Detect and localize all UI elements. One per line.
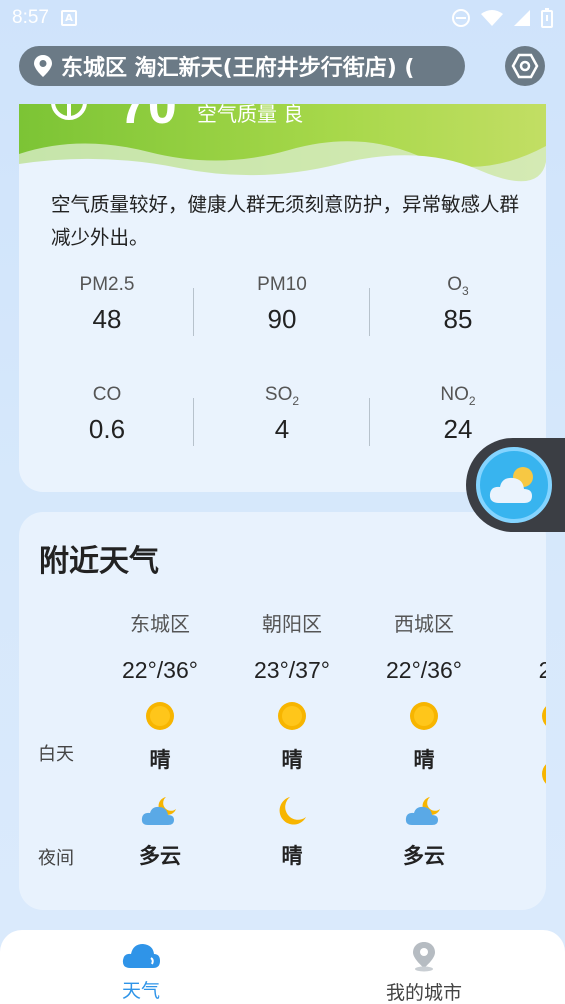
status-bar: 8:57 A xyxy=(0,0,565,36)
sun-icon xyxy=(278,702,306,730)
signal-icon xyxy=(514,10,530,26)
city-night-text: 晴 xyxy=(281,844,303,868)
notification-a-icon: A xyxy=(60,10,77,26)
city-temp: 22°/36° xyxy=(122,657,198,683)
pollutant-name: O xyxy=(447,274,463,295)
city-name: 海 xyxy=(490,608,546,637)
floating-weather-circle xyxy=(476,447,552,523)
pollutant-name: PM2.5 xyxy=(79,274,135,295)
city-day-text: 晴 xyxy=(149,748,171,772)
nearby-city[interactable]: 东城区 22°/36° 晴 多云 xyxy=(94,608,226,870)
city-temp: 22°/36° xyxy=(386,657,462,683)
settings-hex-icon xyxy=(511,53,539,79)
sun-icon xyxy=(542,764,546,784)
status-icons xyxy=(451,8,553,28)
city-name: 西城区 xyxy=(394,612,454,636)
city-day-text: 晴 xyxy=(413,748,435,772)
pollutant-name: PM10 xyxy=(257,274,307,295)
pollutant-sub: 2 xyxy=(468,393,476,408)
city-temp: 22° xyxy=(538,657,546,683)
nearby-city[interactable]: 海 22° xyxy=(490,608,546,802)
location-selector[interactable]: 东城区 淘汇新天(王府井步行街店) ( xyxy=(19,46,465,86)
nearby-city[interactable]: 朝阳区 23°/37° 晴 晴 xyxy=(226,608,358,870)
city-name: 朝阳区 xyxy=(262,612,322,636)
aqi-description: 空气质量较好，健康人群无须刻意防护，异常敏感人群减少外出。 xyxy=(51,193,520,249)
nav-label-weather: 天气 xyxy=(121,980,160,1002)
battery-icon xyxy=(541,8,553,28)
pollutant-name: SO xyxy=(264,384,293,405)
city-temp: 23°/37° xyxy=(254,657,330,683)
bottom-nav: 天气 我的城市 xyxy=(0,930,565,1004)
sun-icon xyxy=(146,702,174,730)
dnd-icon xyxy=(452,9,470,27)
nav-label-my-cities: 我的城市 xyxy=(385,982,462,1004)
pollutant-sub: 2 xyxy=(292,393,300,408)
nav-tab-weather[interactable]: 天气 xyxy=(71,940,211,1003)
pollutant-pm25: PM2.5 48 xyxy=(19,274,195,335)
pollutant-value: 48 xyxy=(92,303,122,334)
day-row-label: 白天 xyxy=(38,744,74,765)
settings-button[interactable] xyxy=(505,46,545,86)
pollutant-no2: NO2 24 xyxy=(370,384,546,445)
city-name: 东城区 xyxy=(130,612,190,636)
status-time: 8:57 xyxy=(12,7,49,28)
nearby-title: 附近天气 xyxy=(39,544,159,579)
location-pin-icon xyxy=(34,55,52,77)
nearby-city[interactable]: 西城区 22°/36° 晴 多云 xyxy=(358,608,490,870)
aqi-label: 空气质量 良 xyxy=(197,104,304,126)
location-pin-icon xyxy=(413,942,435,972)
cloud-icon xyxy=(122,944,160,968)
night-row-label: 夜间 xyxy=(38,848,74,869)
pollutant-value: 90 xyxy=(267,303,297,334)
nav-tab-my-cities[interactable]: 我的城市 xyxy=(354,940,494,1004)
aqi-value: 70 xyxy=(119,104,177,135)
nearby-weather-card: 附近天气 白天 夜间 东城区 22°/36° 晴 多云 朝阳区 23°/37° … xyxy=(19,512,546,910)
air-quality-card: 70 空气质量 良 空气质量较好，健康人群无须刻意防护，异常敏感人群减少外出。 … xyxy=(19,104,546,492)
cloudy-moon-icon xyxy=(141,797,176,825)
aqi-header: 70 空气质量 良 xyxy=(19,104,546,204)
sun-icon xyxy=(542,706,546,726)
city-night-text: 多云 xyxy=(403,844,445,868)
pollutant-value: 4 xyxy=(274,413,290,444)
pollutant-value: 0.6 xyxy=(88,413,126,444)
cloudy-moon-icon xyxy=(405,797,440,825)
pollutant-pm10: PM10 90 xyxy=(194,274,370,335)
wifi-icon xyxy=(481,10,503,26)
pollutant-co: CO 0.6 xyxy=(19,384,195,445)
pollutant-so2: SO2 4 xyxy=(194,384,370,445)
moon-icon xyxy=(279,797,306,825)
pollutant-o3: O3 85 xyxy=(370,274,546,335)
city-day-text: 晴 xyxy=(281,748,303,772)
cloud-sun-icon xyxy=(489,467,533,503)
pollutant-name: CO xyxy=(92,384,122,405)
sun-icon xyxy=(410,702,438,730)
pollutant-sub: 3 xyxy=(462,283,469,298)
city-night-text: 多云 xyxy=(139,844,181,868)
pollutant-name: NO xyxy=(440,384,469,405)
location-text: 东城区 淘汇新天(王府井步行街店) ( xyxy=(61,56,415,81)
aqi-gauge-icon xyxy=(51,104,87,120)
floating-weather-button[interactable] xyxy=(466,438,565,532)
pollutant-value: 85 xyxy=(443,303,473,334)
